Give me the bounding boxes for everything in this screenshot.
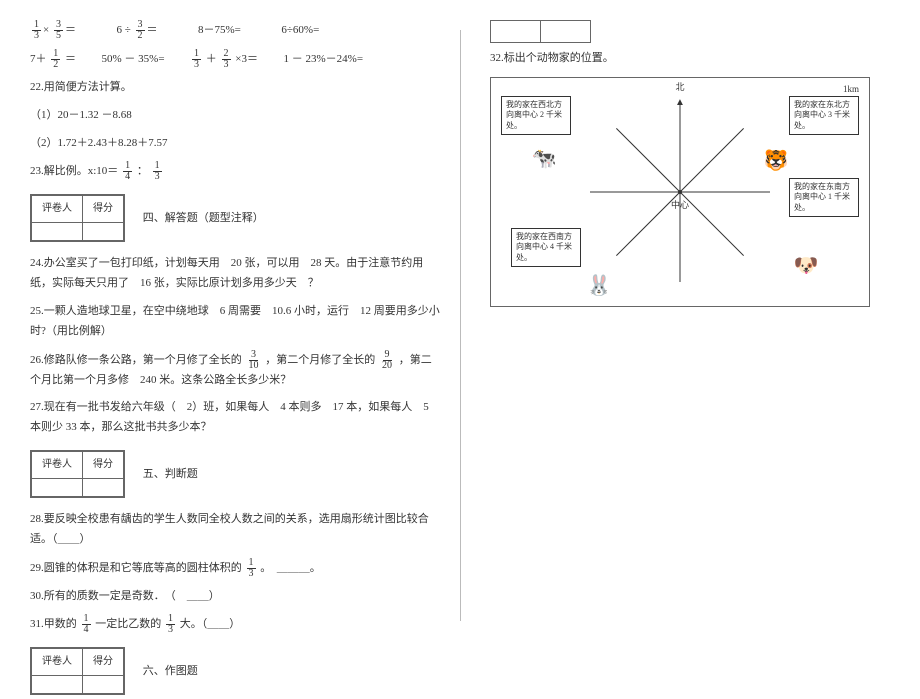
expr-text: 1 － 23%－24%= [284, 53, 364, 65]
q32: 32.标出个动物家的位置。 [490, 49, 900, 69]
compass-rose: 中心 ▲ [580, 92, 780, 292]
scale-label: 1km [843, 84, 859, 94]
fraction: 1 4 [123, 161, 132, 182]
numerator: 9 [383, 350, 392, 361]
score-table: 评卷人 得分 [30, 450, 125, 498]
speech-sw: 我的家在西南方向离中心 4 千米处。 [511, 228, 581, 267]
q29-part2: 。 ＿＿＿。 [260, 562, 321, 574]
score-col1: 评卷人 [32, 196, 83, 223]
speech-ne: 我的家在东北方向离中心 3 千米处。 [789, 96, 859, 135]
fraction: 1 2 [51, 49, 60, 70]
denominator: 3 [222, 60, 231, 70]
score-col2: 得分 [83, 451, 124, 478]
animal-ne-icon: 🐯 [763, 148, 789, 174]
score-table: 评卷人 得分 [30, 647, 125, 695]
section-5-header: 评卷人 得分 五、判断题 [30, 446, 440, 502]
speech-se: 我的家在东南方向离中心 1 千米处。 [789, 178, 859, 217]
compass-diagram: 北 1km 中心 ▲ 我的家在西北方向离中心 2 千米处。 🐄 我的家在东北方向… [490, 77, 870, 307]
q29-part1: 29.圆锥的体积是和它等底等高的圆柱体积的 [30, 562, 242, 574]
q24: 24.办公室买了一包打印纸，计划每天用 20 张，可以用 28 天。由于注意节约… [30, 254, 440, 294]
q23: 23.解比例。x:10＝ 1 4 ： 1 3 [30, 161, 440, 182]
section-4-title: 四、解答题（题型注释） [143, 209, 264, 229]
section-6-title: 六、作图题 [143, 662, 198, 682]
fraction: 2 3 [222, 49, 231, 70]
q31-part3: 大。（＿＿） [180, 618, 241, 630]
fraction: 1 3 [247, 558, 256, 579]
expr-line-2: 7＋ 1 2 ＝ 50% － 35%= 1 3 ＋ 2 3 ×3＝ 1 － 23… [30, 49, 440, 70]
q31: 31.甲数的 1 4 一定比乙数的 1 3 大。（＿＿） [30, 614, 440, 635]
score-col2: 得分 [83, 649, 124, 676]
fraction: 3 5 [54, 20, 63, 41]
section-4-header: 评卷人 得分 四、解答题（题型注释） [30, 190, 440, 246]
expr-text: ×3＝ [235, 53, 258, 65]
q28: 28.要反映全校患有龋齿的学生人数同全校人数之间的关系，选用扇形统计图比较合适。… [30, 510, 440, 550]
denominator: 3 [192, 60, 201, 70]
q26-part1: 26.修路队修一条公路，第一个月修了全长的 [30, 354, 242, 366]
expr-text: 50% － 35%= [102, 53, 165, 65]
fraction: 1 3 [192, 49, 201, 70]
denominator: 4 [123, 172, 132, 182]
q22-sub1: （1）20－1.32 －8.68 [30, 106, 440, 126]
denominator: 5 [54, 31, 63, 41]
colon: ： [137, 165, 148, 177]
score-col1: 评卷人 [32, 451, 83, 478]
fraction: 3 2 [136, 20, 145, 41]
score-col1: 评卷人 [32, 649, 83, 676]
score-col2: 得分 [83, 196, 124, 223]
q30: 30.所有的质数一定是奇数． （ ＿＿） [30, 587, 440, 607]
denominator: 10 [247, 361, 261, 371]
q29: 29.圆锥的体积是和它等底等高的圆柱体积的 1 3 。 ＿＿＿。 [30, 558, 440, 579]
denominator: 4 [82, 625, 91, 635]
denominator: 2 [136, 31, 145, 41]
animal-nw-icon: 🐄 [531, 146, 557, 172]
numerator: 3 [249, 350, 258, 361]
section-6-header: 评卷人 得分 六、作图题 [30, 643, 440, 699]
expr-text: 6÷60%= [281, 24, 319, 36]
right-column: 32.标出个动物家的位置。 北 1km 中心 ▲ 我的家在西北方向离中心 2 千… [460, 0, 920, 651]
blank-table [490, 20, 591, 43]
center-point [678, 190, 682, 194]
q31-part1: 31.甲数的 [30, 618, 77, 630]
fraction: 1 3 [166, 614, 175, 635]
arrow-north-icon: ▲ [675, 97, 685, 108]
fraction: 3 10 [247, 350, 261, 371]
denominator: 3 [153, 172, 162, 182]
score-table: 评卷人 得分 [30, 194, 125, 242]
q22-title: 22.用简便方法计算。 [30, 78, 440, 98]
center-label: 中心 [671, 198, 689, 211]
q25: 25.一颗人造地球卫星，在空中绕地球 6 周需要 10.6 小时，运行 12 周… [30, 302, 440, 342]
q31-part2: 一定比乙数的 [95, 618, 161, 630]
denominator: 3 [32, 31, 41, 41]
q27: 27.现在有一批书发给六年级（ 2）班，如果每人 4 本则多 17 本，如果每人… [30, 398, 440, 438]
fraction: 1 3 [32, 20, 41, 41]
denominator: 3 [247, 569, 256, 579]
q23-prefix: 23.解比例。x:10＝ [30, 165, 118, 177]
fraction: 9 20 [380, 350, 394, 371]
expr-text: ＝ [65, 53, 76, 65]
animal-sw-icon: 🐰 [586, 273, 612, 299]
speech-nw: 我的家在西北方向离中心 2 千米处。 [501, 96, 571, 135]
q22-sub2: （2）1.72＋2.43＋8.28＋7.57 [30, 134, 440, 154]
q26-part2: ，第二个月修了全长的 [265, 354, 375, 366]
expr-line-1: 1 3 × 3 5 ＝ 6 ÷ 3 2 ＝ 8－75%= 6÷60%= [30, 20, 440, 41]
section-5-title: 五、判断题 [143, 465, 198, 485]
denominator: 20 [380, 361, 394, 371]
expr-text: 6 ÷ [116, 24, 130, 36]
denominator: 3 [166, 625, 175, 635]
numerator: 1 [247, 558, 256, 569]
expr-text: 8－75%= [198, 24, 241, 36]
denominator: 2 [51, 60, 60, 70]
expr-text: ＋ [206, 53, 217, 65]
q26: 26.修路队修一条公路，第一个月修了全长的 3 10 ，第二个月修了全长的 9 … [30, 350, 440, 391]
fraction: 1 4 [82, 614, 91, 635]
fraction: 1 3 [153, 161, 162, 182]
animal-se-icon: 🐶 [793, 253, 819, 279]
expr-text: 7＋ [30, 53, 47, 65]
left-column: 1 3 × 3 5 ＝ 6 ÷ 3 2 ＝ 8－75%= 6÷60%= 7＋ 1… [0, 0, 460, 651]
